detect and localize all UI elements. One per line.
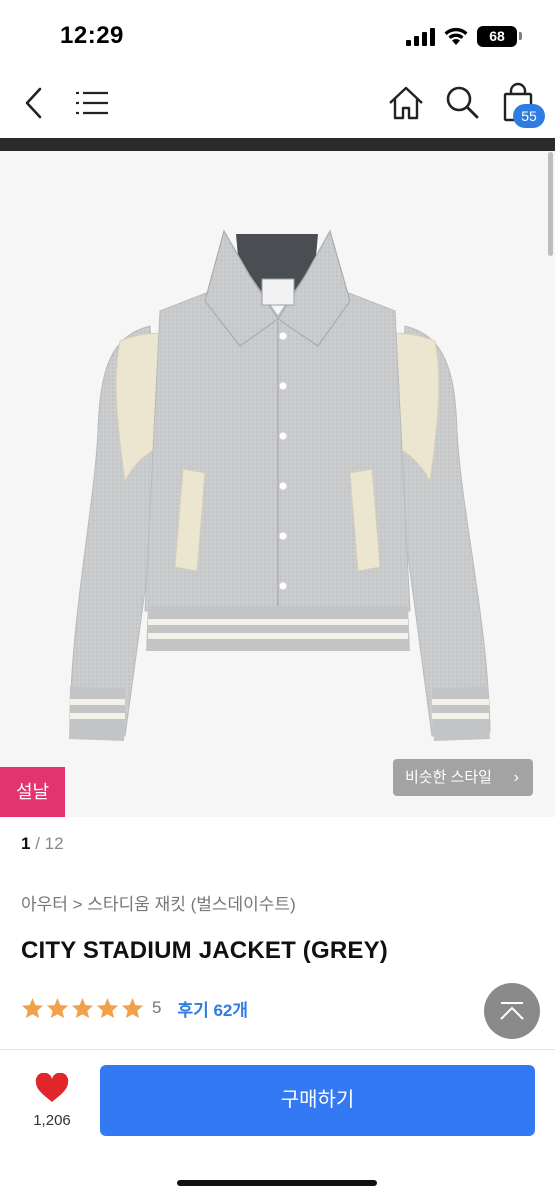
rating-stars xyxy=(21,997,144,1019)
image-pager: 1 / 12 xyxy=(21,834,64,854)
buy-button[interactable]: 구매하기 xyxy=(100,1065,535,1136)
similar-style-button[interactable]: 비슷한 스타일 › xyxy=(393,759,533,796)
star-icon xyxy=(96,997,119,1019)
nav-bar xyxy=(0,70,555,138)
star-icon xyxy=(21,997,44,1019)
chevron-right-icon: › xyxy=(513,769,519,786)
pager-separator: / xyxy=(35,834,40,853)
similar-style-label: 비슷한 스타일 xyxy=(405,769,492,786)
signal-icon xyxy=(406,28,435,46)
pager-current: 1 xyxy=(21,834,31,853)
scrollbar-thumb[interactable] xyxy=(548,152,553,256)
product-image[interactable] xyxy=(0,151,555,817)
home-icon[interactable] xyxy=(387,84,425,122)
menu-icon[interactable] xyxy=(74,88,110,118)
wifi-icon xyxy=(444,27,468,45)
status-bar: 12:29 68 xyxy=(0,0,555,70)
like-count: 1,206 xyxy=(33,1112,71,1129)
breadcrumb[interactable]: 아우터 > 스타디움 재킷 (벌스데이수트) xyxy=(21,890,296,915)
battery-cap xyxy=(519,32,522,40)
pager-total: 12 xyxy=(44,834,64,853)
chevron-up-icon xyxy=(500,1002,524,1020)
scroll-to-top-button[interactable] xyxy=(484,983,540,1039)
search-icon[interactable] xyxy=(444,84,480,120)
divider xyxy=(0,1049,555,1050)
star-icon xyxy=(121,997,144,1019)
top-strip xyxy=(0,138,555,151)
status-time: 12:29 xyxy=(60,22,124,49)
battery-icon: 68 xyxy=(477,26,517,47)
cart-count-badge: 55 xyxy=(513,104,545,128)
rating-row: 5 후기 62개 xyxy=(21,994,248,1022)
review-link[interactable]: 후기 62개 xyxy=(177,996,248,1021)
star-icon xyxy=(71,997,94,1019)
rating-score: 5 xyxy=(152,998,162,1017)
promo-tag: 설날 xyxy=(0,767,65,817)
chevron-left-icon[interactable] xyxy=(20,86,50,120)
like-button[interactable]: 1,206 xyxy=(22,1072,82,1129)
jacket-image xyxy=(69,229,491,741)
home-indicator xyxy=(177,1180,377,1186)
product-title: CITY STADIUM JACKET (GREY) xyxy=(21,937,388,964)
star-icon xyxy=(46,997,69,1019)
heart-icon xyxy=(35,1072,69,1102)
